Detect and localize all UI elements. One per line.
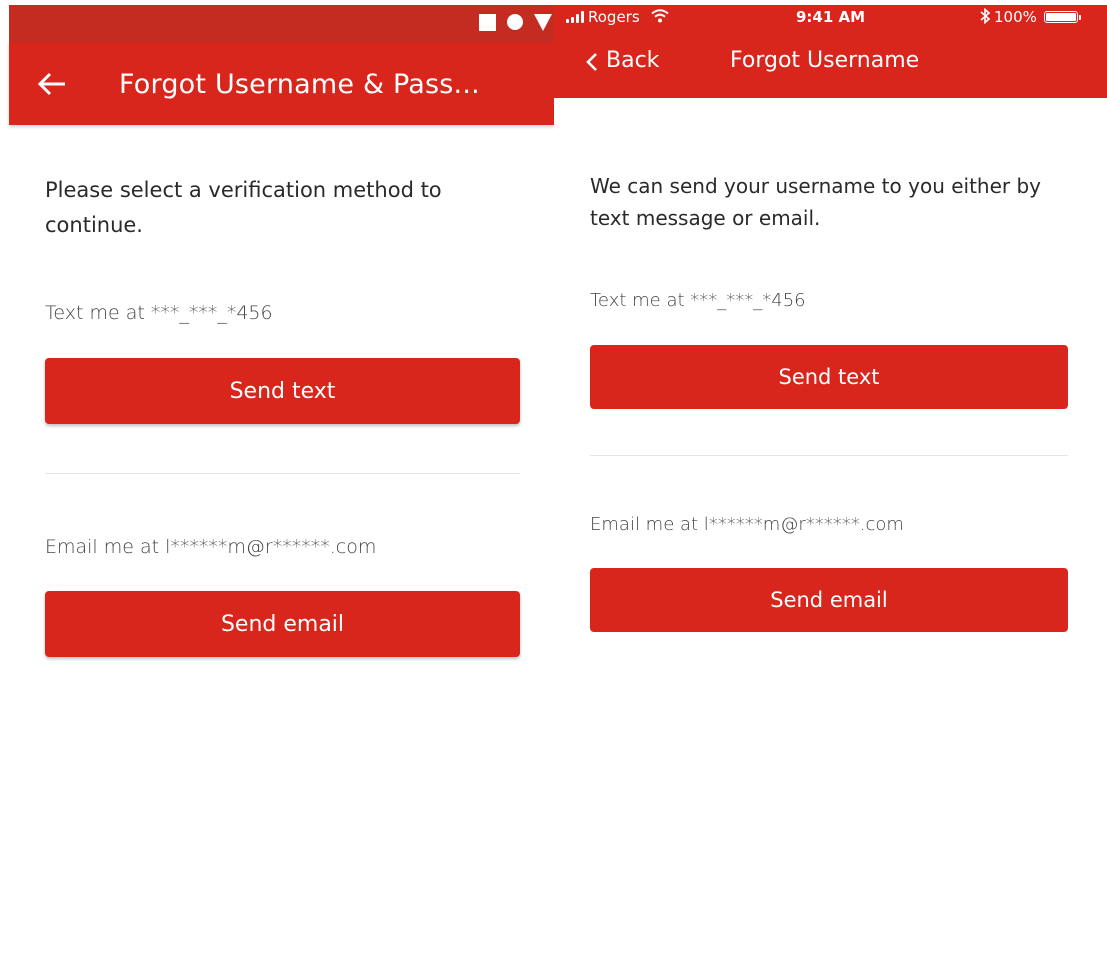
page-title: Forgot Username bbox=[730, 48, 920, 73]
send-email-button[interactable]: Send email bbox=[45, 591, 520, 657]
android-status-bar bbox=[9, 5, 554, 43]
ios-status-bar: Rogers 9:41 AM 100% bbox=[554, 5, 1107, 33]
android-app-bar: Forgot Username & Pass... bbox=[9, 43, 554, 125]
intro-text: We can send your username to you either … bbox=[590, 174, 1042, 230]
page-title: Forgot Username & Pass... bbox=[119, 69, 480, 100]
section-divider bbox=[45, 473, 520, 474]
android-screen: Forgot Username & Pass... Please select … bbox=[0, 0, 554, 978]
intro-text: Please select a verification method to c… bbox=[45, 178, 442, 237]
battery-tip bbox=[1079, 15, 1081, 20]
send-text-button[interactable]: Send text bbox=[590, 345, 1068, 409]
circle-icon bbox=[507, 14, 523, 34]
send-email-button[interactable]: Send email bbox=[590, 568, 1068, 632]
ios-header: Rogers 9:41 AM 100% Back Forgot Username bbox=[554, 5, 1107, 98]
android-status-icons bbox=[479, 13, 552, 35]
section-divider bbox=[590, 455, 1068, 456]
arrow-left-icon[interactable] bbox=[37, 71, 67, 97]
email-destination-label: Email me at l******m@r******.com bbox=[45, 536, 377, 558]
chevron-left-icon[interactable] bbox=[586, 52, 598, 72]
comparison-canvas: Forgot Username & Pass... Please select … bbox=[0, 0, 1107, 978]
text-destination-label: Text me at ***_***_*456 bbox=[590, 290, 806, 311]
ios-screen: Rogers 9:41 AM 100% Back Forgot Username… bbox=[554, 0, 1107, 978]
battery-percent: 100% bbox=[994, 8, 1037, 26]
back-button[interactable]: Back bbox=[606, 45, 659, 77]
square-icon bbox=[479, 13, 496, 35]
battery-icon bbox=[1044, 11, 1078, 23]
triangle-icon bbox=[534, 13, 552, 35]
bluetooth-icon bbox=[980, 7, 991, 28]
email-destination-label: Email me at l******m@r******.com bbox=[590, 514, 904, 535]
send-text-button[interactable]: Send text bbox=[45, 358, 520, 424]
text-destination-label: Text me at ***_***_*456 bbox=[45, 302, 273, 324]
